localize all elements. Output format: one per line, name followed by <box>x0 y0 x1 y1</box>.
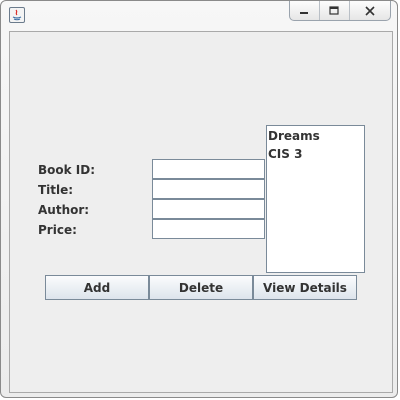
minimize-button[interactable] <box>290 1 320 20</box>
book-id-label: Book ID: <box>38 163 96 177</box>
title-label: Title: <box>38 183 74 197</box>
list-item[interactable]: Dreams <box>267 128 364 146</box>
maximize-button[interactable] <box>320 1 350 20</box>
book-list[interactable]: Dreams CIS 3 <box>266 125 365 273</box>
author-label: Author: <box>38 203 90 217</box>
price-field[interactable] <box>152 219 265 239</box>
close-icon <box>365 5 375 16</box>
minimize-icon <box>300 11 309 14</box>
author-field[interactable] <box>152 199 265 219</box>
delete-button[interactable]: Delete <box>149 275 253 300</box>
app-window: Book ID: Title: Author: Price: Dreams CI… <box>0 0 398 398</box>
book-id-field[interactable] <box>152 159 265 179</box>
add-button[interactable]: Add <box>45 275 149 300</box>
title-field[interactable] <box>152 179 265 199</box>
list-item[interactable]: CIS 3 <box>267 146 364 164</box>
title-bar[interactable] <box>1 1 397 29</box>
close-button[interactable] <box>350 1 390 20</box>
view-details-button[interactable]: View Details <box>253 275 357 300</box>
window-controls <box>289 1 391 21</box>
java-app-icon[interactable] <box>9 7 25 23</box>
price-label: Price: <box>38 223 77 237</box>
content-panel: Book ID: Title: Author: Price: Dreams CI… <box>9 31 393 393</box>
maximize-icon <box>329 5 339 15</box>
